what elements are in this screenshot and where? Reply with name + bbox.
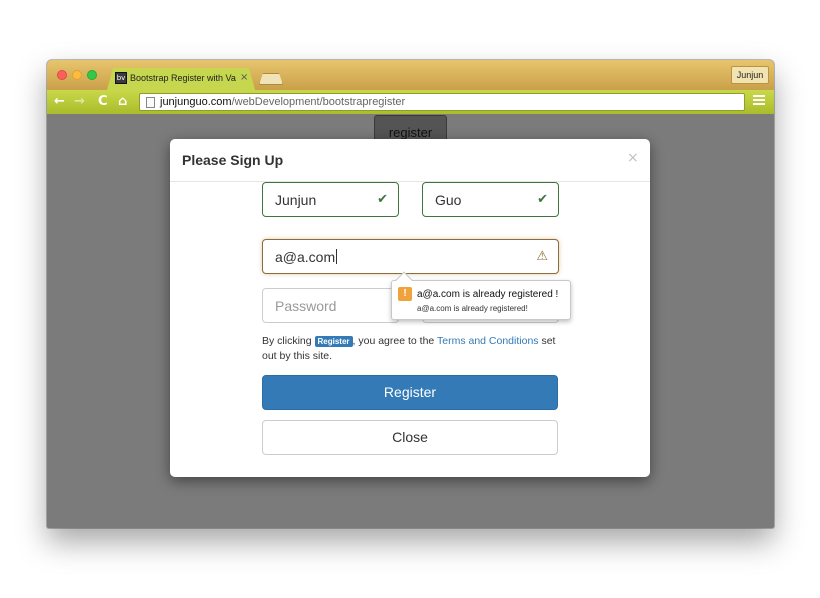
signup-modal: Please Sign Up × Junjun ✔ Guo ✔ a@a.com … <box>170 139 650 477</box>
first-name-field[interactable]: Junjun ✔ <box>262 182 399 217</box>
tooltip-detail: a@a.com is already registered! <box>417 304 528 313</box>
register-badge: Register <box>314 336 353 347</box>
menu-icon[interactable] <box>753 95 765 107</box>
tooltip-message: a@a.com is already registered ! <box>417 289 559 300</box>
tooltip-arrow <box>395 271 413 289</box>
terms-link[interactable]: Terms and Conditions <box>437 335 539 347</box>
terms-prefix: By clicking <box>262 335 315 347</box>
first-name-success-icon: ✔ <box>377 192 388 207</box>
browser-window: bv Bootstrap Register with Va × Junjun ←… <box>47 60 774 528</box>
modal-title: Please Sign Up <box>182 152 284 168</box>
email-warning-icon: ⚠ <box>536 249 548 264</box>
terms-text: By clicking Register, you agree to the T… <box>262 334 562 364</box>
profile-button[interactable]: Junjun <box>731 66 769 84</box>
forward-icon[interactable]: → <box>74 94 85 110</box>
minimize-window-button[interactable] <box>72 70 82 80</box>
modal-header-divider <box>170 181 650 182</box>
title-bar: bv Bootstrap Register with Va × Junjun <box>47 60 774 90</box>
password-placeholder: Password <box>275 297 337 314</box>
home-icon[interactable]: ⌂ <box>118 94 127 110</box>
browser-toolbar: ← → C ⌂ junjunguo.com/webDevelopment/boo… <box>47 90 774 114</box>
password-field[interactable]: Password <box>262 288 399 323</box>
tab-title[interactable]: Bootstrap Register with Va <box>130 73 240 87</box>
first-name-value: Junjun <box>275 191 317 208</box>
url-host: junjunguo.com <box>160 96 232 108</box>
favicon-icon: bv <box>115 72 127 84</box>
email-error-tooltip: ! a@a.com is already registered ! a@a.co… <box>391 271 571 320</box>
zoom-window-button[interactable] <box>87 70 97 80</box>
alert-icon: ! <box>398 287 412 301</box>
email-field[interactable]: a@a.com ⚠ <box>262 239 559 274</box>
terms-middle: , you agree to the <box>352 335 437 347</box>
modal-close-icon[interactable]: × <box>627 150 639 166</box>
email-value: a@a.com <box>275 248 336 265</box>
new-tab-button[interactable] <box>259 73 283 85</box>
close-button[interactable]: Close <box>262 420 558 455</box>
url-path: /webDevelopment/bootstrapregister <box>231 96 406 108</box>
url-text: junjunguo.com/webDevelopment/bootstrapre… <box>160 96 405 109</box>
back-icon[interactable]: ← <box>54 94 65 110</box>
tab-close-icon[interactable]: × <box>240 72 248 83</box>
close-window-button[interactable] <box>57 70 67 80</box>
address-bar[interactable]: junjunguo.com/webDevelopment/bootstrapre… <box>139 93 745 111</box>
last-name-success-icon: ✔ <box>537 192 548 207</box>
text-cursor <box>336 249 338 264</box>
reload-icon[interactable]: C <box>98 94 108 110</box>
bookmark-star-icon[interactable]: ☆ <box>727 93 740 109</box>
last-name-value: Guo <box>435 191 462 208</box>
last-name-field[interactable]: Guo ✔ <box>422 182 559 217</box>
page-icon <box>146 97 155 108</box>
register-button[interactable]: Register <box>262 375 558 410</box>
